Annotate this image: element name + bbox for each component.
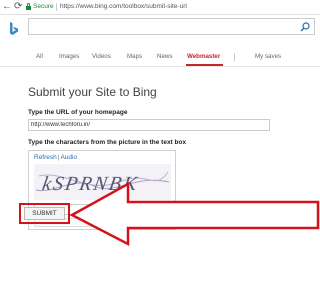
tab-news[interactable]: News [157, 52, 172, 61]
refresh-icon[interactable]: ⟳ [14, 2, 22, 12]
tab-webmaster[interactable]: Webmaster [187, 52, 220, 61]
refresh-link[interactable]: Refresh [34, 154, 57, 161]
tab-all[interactable]: All [36, 52, 43, 61]
page-title: Submit your Site to Bing [28, 85, 157, 99]
tab-divider [234, 53, 235, 61]
bing-logo[interactable] [9, 22, 19, 36]
search-icon[interactable] [300, 22, 310, 32]
captcha-label: Type the characters from the picture in … [28, 139, 187, 146]
lock-icon [26, 3, 31, 10]
back-arrow-icon[interactable]: ← [2, 2, 12, 12]
audio-link[interactable]: Audio [60, 154, 77, 161]
address-url[interactable]: https://www.bing.com/toolbox/submit-site… [60, 3, 187, 11]
tab-my-saves[interactable]: My saves [255, 52, 281, 61]
tab-images[interactable]: Images [59, 52, 79, 61]
submit-button[interactable]: SUBMIT [24, 207, 65, 220]
search-input[interactable] [28, 18, 315, 35]
captcha-links: Refresh|Audio [34, 154, 77, 161]
nav-tabs: All Images Videos Maps News Webmaster My… [0, 52, 320, 66]
url-label: Type the URL of your homepage [28, 109, 128, 116]
url-field[interactable] [28, 119, 270, 131]
secure-label: Secure [33, 3, 54, 10]
browser-address-bar: ← ⟳ Secure https://www.bing.com/toolbox/… [0, 0, 320, 15]
bing-header: All Images Videos Maps News Webmaster My… [0, 15, 320, 67]
active-tab-indicator [186, 64, 223, 66]
tab-maps[interactable]: Maps [127, 52, 142, 61]
tab-videos[interactable]: Videos [92, 52, 111, 61]
address-separator [56, 3, 57, 11]
left-arrow-annotation-icon [70, 181, 320, 246]
